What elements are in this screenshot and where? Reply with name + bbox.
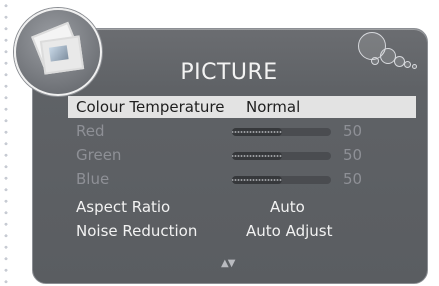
left-dot-border [4,0,8,286]
menu-item-red[interactable]: Red 50 [68,120,416,142]
menu-item-noise-reduction[interactable]: Noise Reduction Auto Adjust [68,220,416,242]
menu-item-colour-temperature[interactable]: Colour Temperature Normal [68,96,416,118]
menu-item-value: 50 [343,122,363,140]
menu-item-blue[interactable]: Blue 50 [68,168,416,190]
menu-item-aspect-ratio[interactable]: Aspect Ratio Auto [68,196,416,218]
menu-item-green[interactable]: Green 50 [68,144,416,166]
menu-item-label: Noise Reduction [76,222,198,240]
blue-slider[interactable] [232,176,331,184]
menu-item-label: Aspect Ratio [76,198,171,216]
menu-item-label: Blue [76,170,110,188]
green-slider[interactable] [232,152,331,160]
menu-title: PICTURE [180,60,278,85]
red-slider[interactable] [232,128,331,136]
menu-item-value: Auto Adjust [246,222,333,240]
menu-item-label: Green [76,146,122,164]
menu-item-label: Colour Temperature [76,98,225,116]
menu-item-value: Normal [246,98,301,116]
menu-item-value: Auto [270,198,305,216]
menu-item-label: Red [76,122,105,140]
up-down-arrows-icon: ▲▼ [221,258,235,269]
menu-item-value: 50 [343,146,363,164]
menu-item-value: 50 [343,170,363,188]
